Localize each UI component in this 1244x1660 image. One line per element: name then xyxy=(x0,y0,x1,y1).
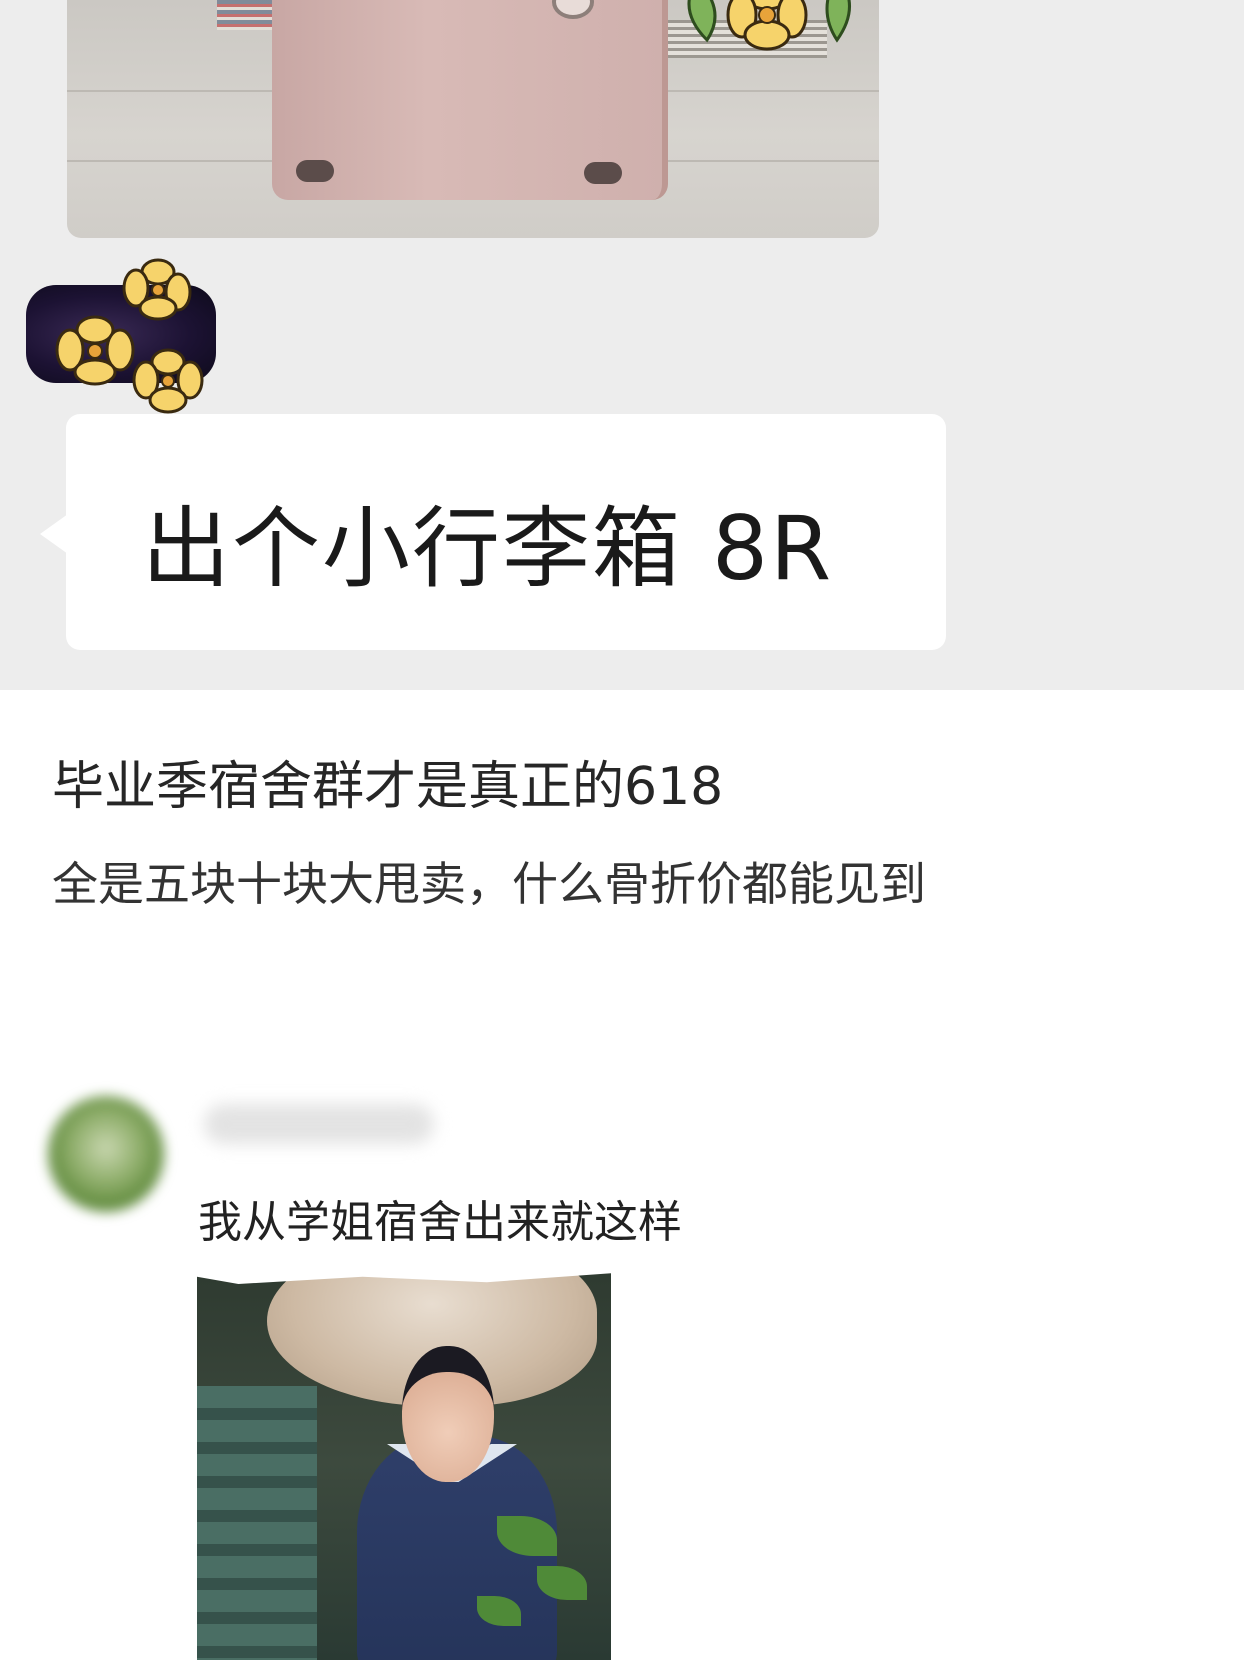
commenter-username[interactable] xyxy=(204,1104,434,1144)
flower-sticker-icon xyxy=(55,258,204,414)
post-title: 毕业季宿舍群才是真正的618 xyxy=(52,757,724,817)
suitcase-wheel xyxy=(296,160,334,182)
suitcase-photo[interactable] xyxy=(67,0,879,238)
flower-sticker-icon xyxy=(687,0,851,51)
message-bubble[interactable]: 出个小行李箱 8R xyxy=(40,414,946,650)
chat-screenshot: 出个小行李箱 8R xyxy=(0,0,1244,690)
person-face xyxy=(402,1346,494,1482)
suitcase-lock xyxy=(552,0,594,19)
stairs xyxy=(197,1386,317,1660)
comment-photo[interactable] xyxy=(197,1266,611,1660)
commenter-avatar[interactable] xyxy=(48,1096,164,1212)
suitcase-wheel xyxy=(584,162,622,184)
message-text: 出个小行李箱 8R xyxy=(142,497,834,600)
post-subtitle: 全是五块十块大甩卖，什么骨折价都能见到 xyxy=(52,857,926,911)
suitcase xyxy=(272,0,668,200)
comment-text: 我从学姐宿舍出来就这样 xyxy=(198,1197,682,1248)
